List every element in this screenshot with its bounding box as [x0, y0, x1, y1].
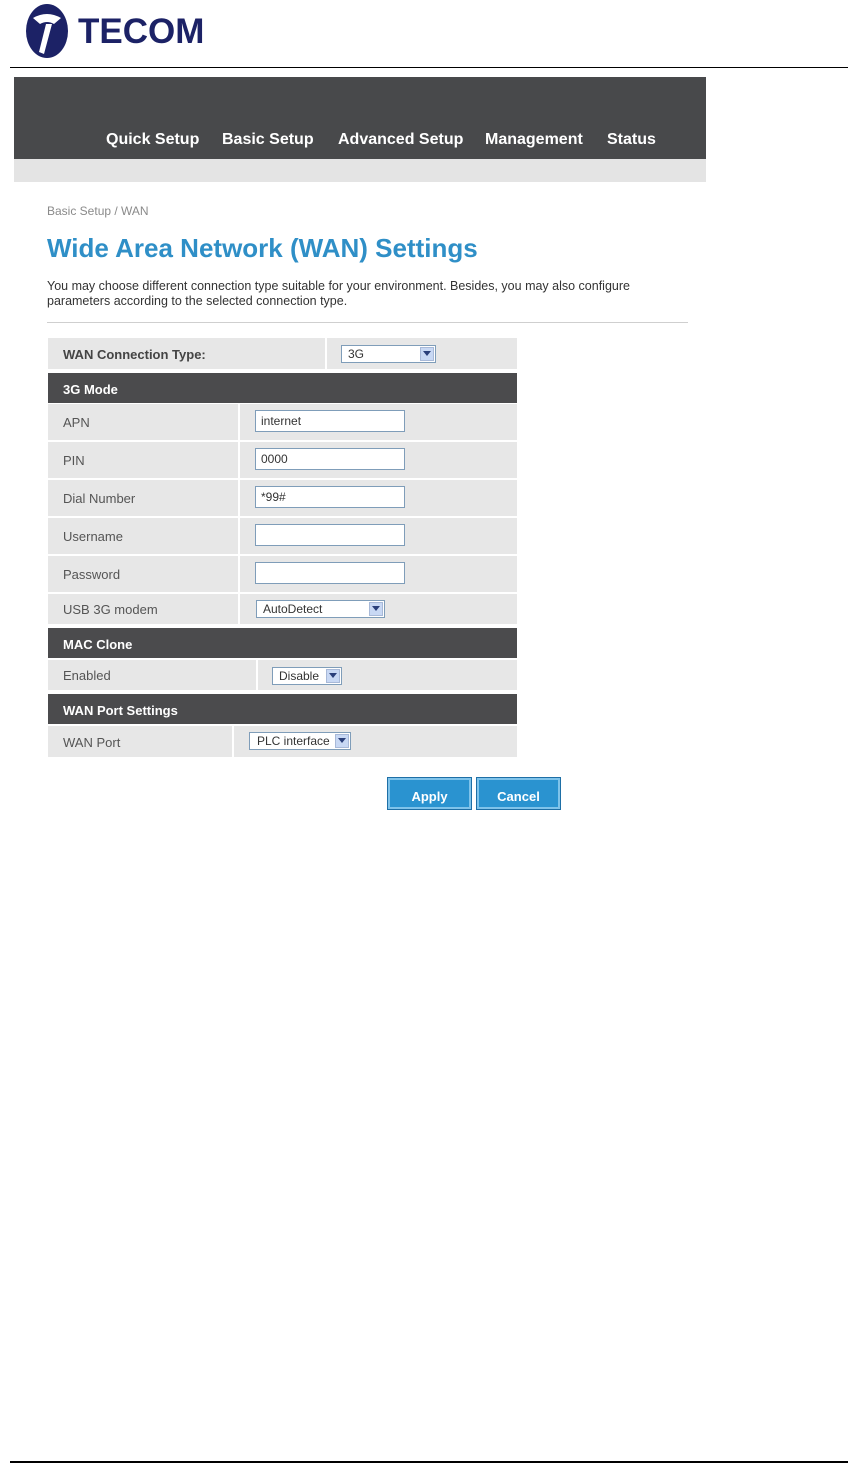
page-description: You may choose different connection type… — [47, 279, 630, 308]
footer-divider — [10, 1461, 848, 1463]
wan-type-label: WAN Connection Type: — [63, 347, 206, 362]
wan-port-select[interactable]: PLC interface — [249, 732, 351, 750]
nav-status[interactable]: Status — [607, 131, 656, 149]
mac-clone-enabled-label: Enabled — [63, 668, 111, 683]
wan-port-label: WAN Port — [63, 735, 121, 750]
nav-management[interactable]: Management — [485, 131, 583, 149]
usb-modem-value: AutoDetect — [263, 602, 323, 616]
usb-modem-select[interactable]: AutoDetect — [256, 600, 385, 618]
section-mac-clone: MAC Clone — [48, 628, 517, 658]
username-label: Username — [63, 529, 123, 544]
nav-quick-setup[interactable]: Quick Setup — [106, 131, 199, 149]
username-input[interactable] — [255, 524, 405, 546]
apn-input[interactable] — [255, 410, 405, 432]
section-mac-clone-title: MAC Clone — [63, 637, 133, 652]
content-divider — [47, 322, 688, 323]
chevron-down-icon — [420, 347, 434, 361]
section-3g-mode-title: 3G Mode — [63, 382, 118, 397]
section-wan-port-title: WAN Port Settings — [63, 703, 178, 718]
cancel-button[interactable]: Cancel — [476, 777, 561, 810]
nav-basic-setup[interactable]: Basic Setup — [222, 131, 314, 149]
section-3g-mode: 3G Mode — [48, 373, 517, 403]
mac-clone-select[interactable]: Disable — [272, 667, 342, 685]
nav-advanced-setup[interactable]: Advanced Setup — [338, 131, 463, 149]
password-input[interactable] — [255, 562, 405, 584]
wan-type-value: 3G — [348, 347, 365, 361]
tecom-logo: TECOM — [24, 2, 204, 60]
wan-port-value: PLC interface — [257, 734, 330, 748]
chevron-down-icon — [335, 734, 349, 748]
apn-label: APN — [63, 415, 90, 430]
tecom-logo-icon — [26, 4, 68, 58]
password-label: Password — [63, 567, 121, 582]
apply-button[interactable]: Apply — [387, 777, 472, 810]
dial-number-label: Dial Number — [63, 491, 136, 506]
mac-clone-value: Disable — [279, 669, 320, 683]
page-title: Wide Area Network (WAN) Settings — [47, 233, 478, 263]
section-wan-port: WAN Port Settings — [48, 694, 517, 724]
wan-type-select[interactable]: 3G — [341, 345, 436, 363]
usb-modem-label: USB 3G modem — [63, 602, 158, 617]
chevron-down-icon — [326, 669, 340, 683]
logo-text: TECOM — [78, 12, 205, 51]
chevron-down-icon — [369, 602, 383, 616]
wan-type-row: WAN Connection Type: — [48, 338, 517, 369]
dial-number-input[interactable] — [255, 486, 405, 508]
header-divider — [10, 67, 848, 68]
pin-input[interactable] — [255, 448, 405, 470]
sub-nav-bar — [14, 159, 706, 182]
pin-label: PIN — [63, 453, 85, 468]
breadcrumb: Basic Setup / WAN — [47, 204, 149, 218]
